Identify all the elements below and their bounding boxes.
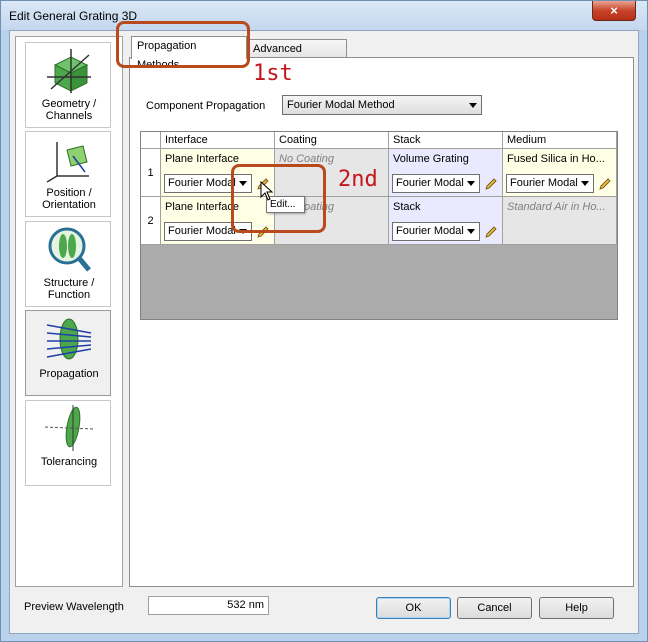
annotation-label-second: 2nd bbox=[338, 167, 378, 192]
mouse-cursor-icon bbox=[260, 181, 274, 201]
chevron-down-icon bbox=[467, 181, 475, 186]
sidebar-item-geometry-channels[interactable]: Geometry / Channels bbox=[25, 42, 111, 128]
chevron-down-icon bbox=[469, 103, 477, 108]
title-bar: Edit General Grating 3D × bbox=[1, 1, 647, 30]
component-propagation-label: Component Propagation bbox=[146, 100, 266, 112]
column-header-coating: Coating bbox=[275, 132, 389, 149]
dialog-body: Geometry / Channels Position / Orientati… bbox=[9, 30, 639, 634]
medium-method-select-1[interactable]: Fourier Modal bbox=[506, 174, 594, 193]
cell-text: Volume Grating bbox=[393, 153, 469, 165]
chevron-down-icon bbox=[467, 229, 475, 234]
cell-text: Plane Interface bbox=[165, 201, 239, 213]
sidebar-label: Structure / bbox=[43, 277, 95, 289]
position-orientation-icon bbox=[46, 142, 89, 183]
annotation-box-first bbox=[116, 21, 250, 68]
sidebar-label: Orientation bbox=[42, 199, 96, 211]
chevron-down-icon bbox=[581, 181, 589, 186]
stack-method-select-1[interactable]: Fourier Modal bbox=[392, 174, 480, 193]
category-sidebar: Geometry / Channels Position / Orientati… bbox=[15, 36, 123, 587]
column-header-interface: Interface bbox=[161, 132, 275, 149]
annotation-label-first: 1st bbox=[253, 61, 293, 86]
cell-stack-1[interactable]: Volume Grating Fourier Modal bbox=[389, 149, 503, 197]
cell-text: Fused Silica in Ho... bbox=[507, 153, 605, 165]
cancel-button[interactable]: Cancel bbox=[457, 597, 532, 619]
pencil-edit-icon[interactable] bbox=[484, 177, 498, 191]
select-value: Fourier Modal bbox=[168, 225, 236, 237]
stack-method-select-2[interactable]: Fourier Modal bbox=[392, 222, 480, 241]
sidebar-item-structure-function[interactable]: Structure / Function bbox=[25, 221, 111, 307]
select-value: Fourier Modal bbox=[396, 225, 464, 237]
pencil-edit-icon[interactable] bbox=[484, 225, 498, 239]
ok-button[interactable]: OK bbox=[376, 597, 451, 619]
sidebar-label: Channels bbox=[45, 110, 93, 122]
propagation-grid: Interface Coating Stack Medium 1 Plane I… bbox=[140, 131, 618, 320]
sidebar-item-propagation[interactable]: Propagation bbox=[25, 310, 111, 396]
select-value: Fourier Modal bbox=[396, 177, 464, 189]
column-header-medium: Medium bbox=[503, 132, 617, 149]
tolerancing-icon bbox=[45, 405, 93, 451]
pencil-edit-icon[interactable] bbox=[598, 177, 612, 191]
window-title: Edit General Grating 3D bbox=[9, 9, 138, 23]
row-index: 2 bbox=[141, 197, 161, 245]
grid-corner bbox=[141, 132, 161, 149]
cell-text: Plane Interface bbox=[165, 153, 239, 165]
cell-medium-2[interactable]: Standard Air in Ho... bbox=[503, 197, 617, 245]
help-button[interactable]: Help bbox=[539, 597, 614, 619]
structure-function-icon bbox=[48, 227, 91, 272]
preview-wavelength-label: Preview Wavelength bbox=[24, 601, 124, 613]
cell-stack-2[interactable]: Stack Fourier Modal bbox=[389, 197, 503, 245]
sidebar-label: Propagation bbox=[39, 368, 99, 380]
component-propagation-value: Fourier Modal Method bbox=[287, 99, 395, 111]
select-value: Fourier Modal bbox=[510, 177, 578, 189]
sidebar-label: Tolerancing bbox=[40, 456, 98, 468]
sidebar-item-tolerancing[interactable]: Tolerancing bbox=[25, 400, 111, 486]
propagation-icon bbox=[46, 318, 92, 360]
cell-medium-1[interactable]: Fused Silica in Ho... Fourier Modal bbox=[503, 149, 617, 197]
row-index: 1 bbox=[141, 149, 161, 197]
dialog-window: Edit General Grating 3D × Geometry / Cha… bbox=[0, 0, 648, 642]
propagation-methods-panel: Component Propagation Fourier Modal Meth… bbox=[129, 57, 634, 587]
geometry-channels-icon bbox=[47, 49, 91, 93]
column-header-stack: Stack bbox=[389, 132, 503, 149]
component-propagation-select[interactable]: Fourier Modal Method bbox=[282, 95, 482, 115]
sidebar-label: Position / bbox=[46, 187, 92, 199]
select-value: Fourier Modal bbox=[168, 177, 236, 189]
sidebar-label: Function bbox=[47, 289, 91, 301]
sidebar-label: Geometry / bbox=[41, 98, 97, 110]
annotation-box-second bbox=[231, 164, 326, 233]
preview-wavelength-field[interactable]: 532 nm bbox=[148, 596, 269, 615]
cell-text: Stack bbox=[393, 201, 421, 213]
close-button[interactable]: × bbox=[592, 1, 636, 21]
cell-text: Standard Air in Ho... bbox=[507, 201, 606, 213]
sidebar-item-position-orientation[interactable]: Position / Orientation bbox=[25, 131, 111, 217]
